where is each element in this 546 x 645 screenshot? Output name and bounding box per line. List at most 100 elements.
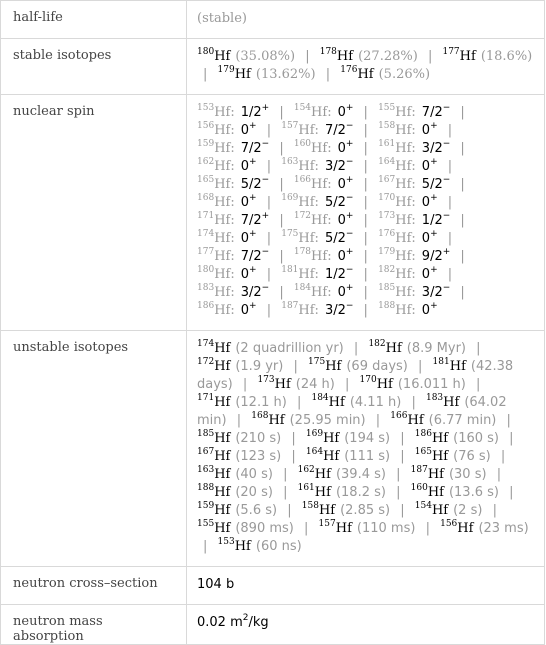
half-life: (24 h): [295, 377, 335, 392]
separator: |: [279, 177, 284, 192]
nuclide: 170Hf: [359, 375, 393, 393]
nuclide: 158Hf: [301, 501, 336, 519]
spin-value: 0+: [421, 301, 438, 319]
half-life: (18.2 s): [335, 485, 386, 500]
mass-number: 187: [281, 301, 299, 311]
label-stable-isotopes: stable isotopes: [0, 38, 187, 95]
spin-value: 0+: [421, 121, 438, 139]
nuclide: 188Hf: [197, 483, 231, 501]
mass-number: 167: [197, 447, 215, 457]
mass-number: 173: [378, 211, 396, 221]
unstable-isotope-item: 174Hf (2 quadrillion yr): [197, 340, 344, 357]
separator: |: [500, 449, 506, 464]
parity: −: [345, 229, 354, 239]
half-life: (23 ms): [478, 521, 529, 536]
separator: |: [460, 177, 465, 192]
separator: |: [353, 341, 359, 356]
nuclide: 180Hf:: [197, 265, 235, 283]
unstable-isotope-item: 168Hf (25.95 min): [251, 412, 365, 429]
nuclide: 158Hf:: [378, 121, 416, 139]
mass-number: 188: [197, 483, 215, 493]
nuclide: 183Hf: [425, 393, 460, 411]
mass-number: 169: [281, 193, 299, 203]
nuclide: 171Hf: [197, 393, 231, 411]
separator: |: [363, 267, 368, 282]
half-life: (1.9 yr): [235, 359, 284, 374]
nuclide: 164Hf: [305, 447, 340, 465]
unstable-isotope-item: 161Hf (18.2 s): [298, 484, 386, 501]
separator: |: [363, 249, 368, 264]
nuclide: 167Hf: [197, 447, 231, 465]
unstable-isotope-item: 170Hf (16.011 h): [359, 375, 466, 393]
nuclide: 179Hf:: [378, 247, 416, 265]
spin-value: 3/2−: [324, 301, 354, 319]
spin-value: 1/2−: [324, 265, 354, 283]
nuclide: 155Hf:: [378, 103, 416, 121]
spin-value: 0+: [240, 121, 257, 139]
nuclide: 163Hf:: [281, 157, 319, 175]
parity: +: [249, 121, 257, 131]
unstable-isotope-item: 187Hf (30 s): [410, 465, 487, 483]
abundance: (27.28%): [358, 49, 418, 64]
mass-number: 170: [378, 193, 396, 203]
spin-value: 5/2−: [324, 193, 354, 211]
spin-item: 161Hf: 3/2−: [378, 140, 450, 157]
separator: |: [287, 503, 292, 518]
separator: |: [363, 159, 368, 174]
mass-number: 164: [378, 157, 396, 167]
mass-number: 166: [390, 411, 408, 421]
parity: +: [430, 157, 438, 167]
mass-number: 182: [368, 339, 386, 349]
separator: |: [447, 159, 453, 174]
abundance: (18.6%): [480, 49, 533, 64]
spin-value: 7/2−: [240, 247, 270, 265]
spin-item: 163Hf: 3/2−: [281, 157, 353, 175]
label-half-life: half-life: [0, 0, 187, 39]
parity: +: [249, 157, 257, 167]
spin-value: 0+: [337, 283, 354, 301]
mass-number: 159: [197, 139, 215, 149]
abundance: (13.62%): [255, 67, 316, 82]
spin-item: 187Hf: 3/2−: [281, 301, 354, 319]
separator: |: [203, 539, 208, 554]
spin-value: 9/2+: [421, 247, 451, 265]
half-life: (6.77 min): [428, 413, 497, 428]
half-life: (60 ns): [255, 539, 302, 554]
spin-item: 186Hf: 0+: [197, 302, 257, 319]
nuclide: 187Hf: [410, 465, 444, 483]
separator: |: [266, 303, 272, 318]
half-life: (20 s): [235, 485, 273, 500]
nuclide: 172Hf:: [293, 211, 332, 229]
unstable-isotope-item: 165Hf (76 s): [415, 448, 491, 465]
mass-number: 176: [340, 65, 358, 75]
spin-item: 155Hf: 7/2−: [378, 103, 450, 121]
unstable-isotope-item: 164Hf (111 s): [305, 447, 390, 465]
half-life: (13.6 s): [448, 485, 499, 500]
spin-item: 162Hf: 0+: [197, 157, 257, 175]
nuclide: 176Hf: [340, 65, 374, 83]
mass-number: 182: [378, 265, 396, 275]
separator: |: [492, 503, 497, 518]
separator: |: [304, 521, 309, 536]
spin-value: 0+: [337, 247, 354, 265]
separator: |: [344, 377, 350, 392]
mass-number: 176: [378, 229, 396, 239]
separator: |: [279, 285, 284, 300]
mass-number: 169: [305, 429, 324, 439]
mass-number: 185: [378, 283, 396, 293]
separator: |: [427, 49, 433, 64]
parity: −: [442, 175, 451, 185]
mass-number: 162: [197, 157, 215, 167]
spin-item: 180Hf: 0+: [197, 265, 257, 283]
nuclide: 173Hf:: [378, 211, 416, 229]
nuclide: 178Hf: [319, 47, 354, 65]
row-neutron-cross-section: neutron cross–section 104 b: [0, 566, 545, 605]
nuclide: 181Hf:: [281, 265, 319, 283]
mass-number: 159: [197, 501, 215, 511]
mass-number: 183: [425, 393, 444, 403]
separator: |: [447, 195, 453, 210]
spin-item: 154Hf: 0+: [294, 104, 354, 121]
unstable-isotope-item: 158Hf (2.85 s): [301, 501, 390, 519]
parity: +: [430, 121, 438, 131]
unstable-isotope-item: 153Hf (60 ns): [218, 538, 302, 555]
